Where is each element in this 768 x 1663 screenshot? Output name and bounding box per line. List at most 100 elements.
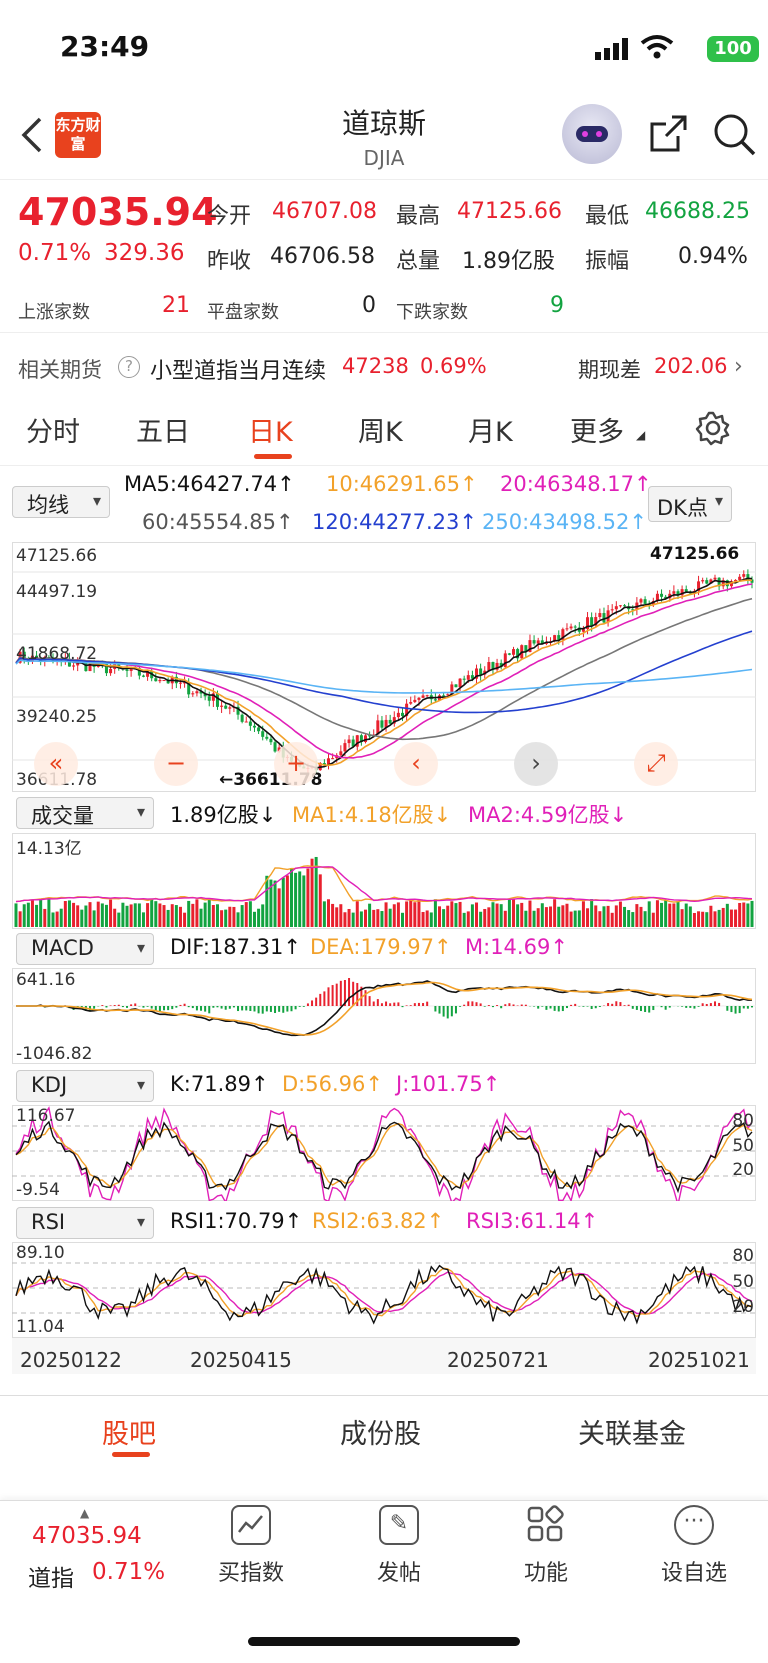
volume-bar xyxy=(499,904,503,927)
status-time: 23:49 xyxy=(60,30,150,63)
volume-bar xyxy=(158,903,162,927)
rsi-selector[interactable]: RSI xyxy=(16,1207,154,1239)
share-button[interactable] xyxy=(646,112,690,156)
macd-selector[interactable]: MACD xyxy=(16,933,154,965)
macd-chart[interactable] xyxy=(12,968,756,1064)
volume-bar xyxy=(405,901,409,927)
date-label: 20251021 xyxy=(648,1348,750,1372)
macd-bar xyxy=(689,1006,692,1008)
index-price: 47035.94 xyxy=(18,190,218,234)
macd-bar xyxy=(409,1005,412,1006)
tab-five-day[interactable]: 五日 xyxy=(136,410,190,449)
volume-bar xyxy=(351,912,355,927)
macd-bar xyxy=(171,1006,174,1010)
volume-bar xyxy=(92,910,96,927)
volume-bar xyxy=(725,903,729,927)
volume-bar xyxy=(627,910,631,927)
volume-chart[interactable] xyxy=(12,833,756,929)
candle-body xyxy=(363,735,367,743)
low-value: 46688.25 xyxy=(645,199,750,224)
rsi-level: 20 xyxy=(732,1297,754,1317)
candle-body xyxy=(380,720,384,728)
candle-body xyxy=(462,678,466,680)
candle-body xyxy=(684,589,688,592)
volume-bar xyxy=(43,908,47,927)
volume-bar xyxy=(672,903,676,927)
tab-related-funds[interactable]: 关联基金 xyxy=(578,1412,686,1451)
volume-bar xyxy=(129,904,133,927)
volume-bar xyxy=(285,875,289,927)
macd-bar xyxy=(245,1006,248,1011)
volume-bar xyxy=(174,905,178,927)
scroll-left-fast-button[interactable]: « xyxy=(34,742,78,786)
kdj-chart[interactable] xyxy=(12,1105,756,1201)
volume-bar xyxy=(507,899,511,927)
macd-bar xyxy=(331,985,334,1006)
macd-bar xyxy=(467,1001,470,1006)
functions-button[interactable]: 功能 xyxy=(496,1555,596,1587)
volume-bar xyxy=(248,901,252,927)
tab-intraday[interactable]: 分时 xyxy=(26,410,80,449)
tab-more[interactable]: 更多 xyxy=(570,410,624,449)
macd-bar xyxy=(348,978,351,1006)
volume-bar xyxy=(458,901,462,927)
volume-bar xyxy=(170,904,174,927)
rsi3-value: RSI3:61.14↑ xyxy=(466,1209,599,1233)
ai-assistant-avatar[interactable] xyxy=(562,104,622,164)
volume-bar xyxy=(429,912,433,927)
search-button[interactable] xyxy=(712,112,758,158)
add-watchlist-button[interactable]: 设自选 xyxy=(644,1555,744,1587)
volume-y-max: 14.13亿 xyxy=(16,839,82,859)
zoom-in-button[interactable]: + xyxy=(274,742,318,786)
tab-monthly-k[interactable]: 月K xyxy=(468,410,513,449)
help-icon[interactable]: ? xyxy=(118,356,140,378)
kline-y-label: 41868.72 xyxy=(16,644,98,664)
macd-bar xyxy=(306,1003,309,1006)
candle-body xyxy=(195,691,199,694)
tab-daily-k[interactable]: 日K xyxy=(248,410,293,449)
volume-bar xyxy=(409,900,413,927)
futures-name: 小型道指当月连续 xyxy=(150,359,327,384)
macd-bar xyxy=(742,1006,745,1009)
flat-count-label: 平盘家数 xyxy=(207,302,279,323)
settings-button[interactable] xyxy=(695,410,731,446)
volume-bar xyxy=(590,899,594,927)
scroll-left-button[interactable]: ‹ xyxy=(394,742,438,786)
macd-bar xyxy=(549,1006,552,1009)
kdj-selector[interactable]: KDJ xyxy=(16,1070,154,1102)
tab-constituents[interactable]: 成份股 xyxy=(340,1412,421,1451)
macd-bar xyxy=(631,1006,634,1009)
macd-bar xyxy=(582,1006,585,1007)
scroll-right-button[interactable]: › xyxy=(514,742,558,786)
candle-body xyxy=(442,695,446,697)
volume-selector[interactable]: 成交量 xyxy=(16,797,154,829)
macd-bar xyxy=(220,1006,223,1009)
ma-selector[interactable]: 均线 xyxy=(12,486,110,518)
volume-bar xyxy=(569,911,573,927)
volume-bar xyxy=(557,906,561,927)
candle-body xyxy=(401,712,405,717)
candle-body xyxy=(125,669,129,671)
dk-point-selector[interactable]: DK点 xyxy=(648,486,732,522)
buy-index-button[interactable]: 买指数 xyxy=(201,1555,301,1587)
volume-bar xyxy=(363,909,367,927)
macd-bar xyxy=(422,1003,425,1006)
volume-bar xyxy=(384,902,388,927)
rsi-chart[interactable] xyxy=(12,1242,756,1338)
macd-bar xyxy=(537,1006,540,1009)
volume-bar xyxy=(713,911,717,927)
zoom-out-button[interactable]: − xyxy=(154,742,198,786)
post-button[interactable]: 发帖 xyxy=(349,1555,449,1587)
volume-bar xyxy=(483,908,487,927)
date-axis xyxy=(12,1338,756,1374)
bottom-index-price[interactable]: 47035.94 xyxy=(32,1523,142,1549)
candle-body xyxy=(396,712,400,718)
volume-bar xyxy=(96,901,100,927)
fullscreen-button[interactable]: ⤢ xyxy=(634,742,678,786)
macd-bar xyxy=(463,1004,466,1006)
tab-weekly-k[interactable]: 周K xyxy=(358,410,403,449)
tab-forum[interactable]: 股吧 xyxy=(102,1412,156,1451)
volume-bar xyxy=(289,868,293,927)
macd-bar xyxy=(594,1006,597,1009)
edit-icon: ✎ xyxy=(379,1505,419,1545)
